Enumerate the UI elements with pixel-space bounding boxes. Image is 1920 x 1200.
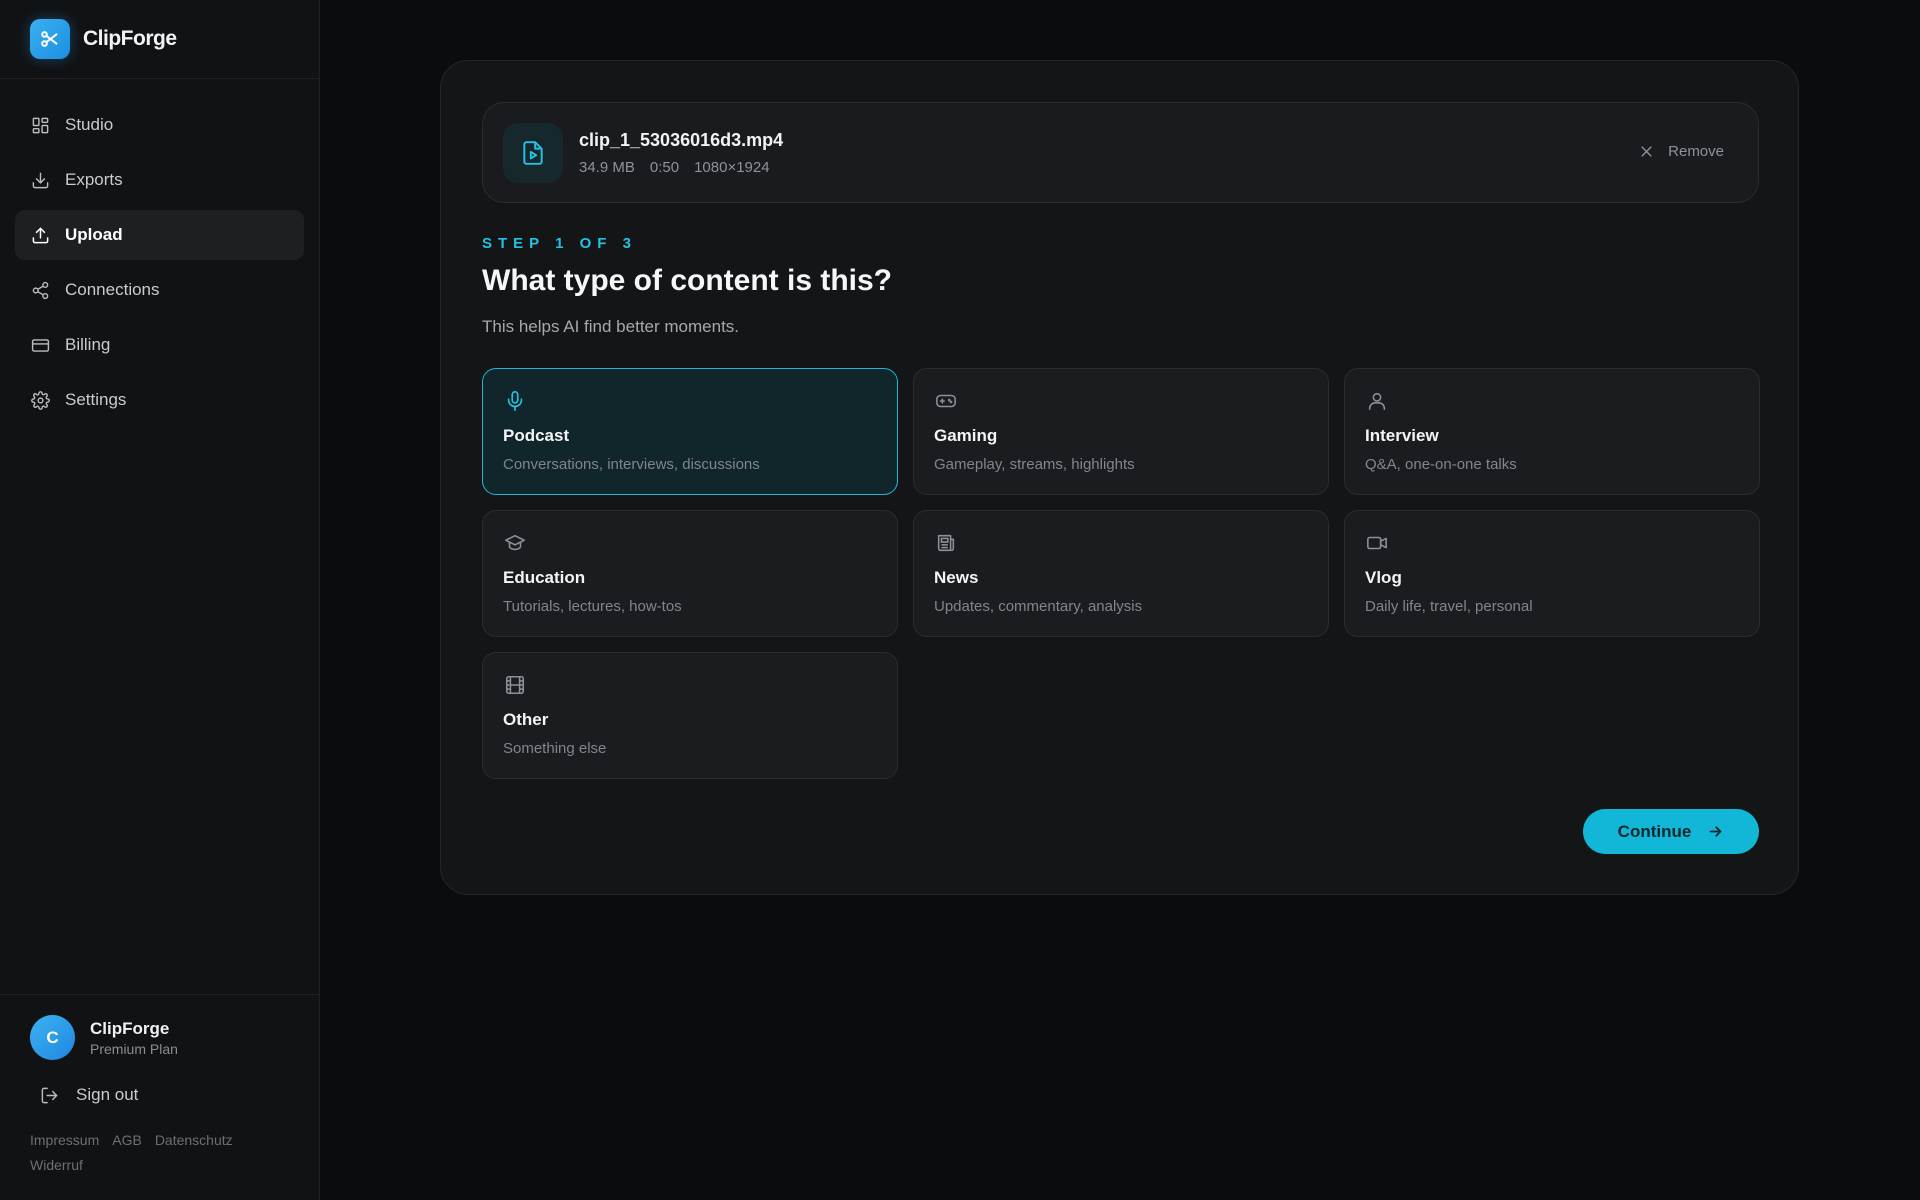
sidebar-footer: C ClipForge Premium Plan Sign out Impres… [0, 994, 319, 1200]
file-resolution: 1080×1924 [694, 159, 770, 176]
upload-icon [30, 225, 50, 245]
film-icon [503, 673, 527, 697]
brand-name: ClipForge [83, 27, 177, 50]
footer-links: Impressum AGB Datenschutz Widerruf [0, 1110, 319, 1178]
option-description: Tutorials, lectures, how-tos [503, 598, 682, 615]
continue-button[interactable]: Continue [1583, 809, 1759, 854]
graduation-cap-icon [503, 531, 527, 555]
selected-file: clip_1_53036016d3.mp4 34.9 MB 0:50 1080×19… [482, 102, 1759, 203]
option-title: Gaming [934, 426, 998, 445]
file-duration: 0:50 [649, 159, 680, 176]
option-description: Daily life, travel, personal [1365, 598, 1533, 615]
remove-file-button[interactable]: Remove [1639, 143, 1724, 160]
sidebar-item-label: Exports [65, 170, 123, 189]
footer-link-widerruf[interactable]: Widerruf [30, 1157, 83, 1173]
content-type-podcast[interactable]: Podcast Conversations, interviews, discu… [482, 368, 898, 495]
sidebar-item-label: Billing [65, 335, 111, 354]
footer-link-datenschutz[interactable]: Datenschutz [155, 1132, 233, 1148]
grid-icon [30, 115, 50, 135]
user-plan: Premium Plan [90, 1040, 178, 1057]
content-type-news[interactable]: News Updates, commentary, analysis [913, 510, 1329, 637]
file-name: clip_1_53036016d3.mp4 [579, 130, 784, 150]
sidebar-item-label: Studio [65, 115, 114, 134]
option-description: Q&A, one-on-one talks [1365, 456, 1517, 473]
step-indicator: STEP 1 OF 3 [482, 235, 637, 252]
remove-label: Remove [1668, 143, 1724, 160]
content-type-gaming[interactable]: Gaming Gameplay, streams, highlights [913, 368, 1329, 495]
brand[interactable]: ClipForge [0, 0, 319, 79]
newspaper-icon [934, 531, 958, 555]
sidebar-item-upload[interactable]: Upload [15, 210, 304, 260]
sidebar-item-label: Upload [65, 225, 123, 244]
credit-card-icon [30, 335, 50, 355]
share-icon [30, 280, 50, 300]
logout-icon [40, 1086, 59, 1105]
option-description: Something else [503, 740, 607, 757]
option-title: Other [503, 710, 549, 729]
close-icon [1639, 144, 1654, 159]
avatar: C [30, 1015, 75, 1060]
user-name: ClipForge [90, 1018, 170, 1038]
content-type-vlog[interactable]: Vlog Daily life, travel, personal [1344, 510, 1760, 637]
sidebar: ClipForge Studio Exports Upload Connecti… [0, 0, 320, 1200]
footer-link-impressum[interactable]: Impressum [30, 1132, 99, 1148]
user-profile[interactable]: C ClipForge Premium Plan [0, 995, 319, 1060]
sign-out-button[interactable]: Sign out [0, 1080, 319, 1110]
scissors-icon [30, 19, 70, 59]
video-camera-icon [1365, 531, 1389, 555]
content-type-education[interactable]: Education Tutorials, lectures, how-tos [482, 510, 898, 637]
sidebar-item-billing[interactable]: Billing [15, 320, 304, 370]
content-type-other[interactable]: Other Something else [482, 652, 898, 779]
option-title: Vlog [1365, 568, 1402, 587]
option-title: Education [503, 568, 586, 587]
sidebar-item-label: Settings [65, 390, 127, 409]
sidebar-nav: Studio Exports Upload Connections Billin… [0, 100, 319, 425]
option-title: Podcast [503, 426, 570, 445]
footer-link-agb[interactable]: AGB [112, 1132, 142, 1148]
sidebar-item-studio[interactable]: Studio [15, 100, 304, 150]
gamepad-icon [934, 389, 958, 413]
option-title: Interview [1365, 426, 1439, 445]
sign-out-label: Sign out [76, 1085, 139, 1104]
user-icon [1365, 389, 1389, 413]
continue-label: Continue [1617, 821, 1692, 841]
content-type-interview[interactable]: Interview Q&A, one-on-one talks [1344, 368, 1760, 495]
user-info: ClipForge Premium Plan [90, 1019, 178, 1057]
arrow-right-icon [1707, 823, 1724, 840]
sidebar-item-settings[interactable]: Settings [15, 375, 304, 425]
page-subtitle: This helps AI find better moments. [482, 317, 740, 336]
sidebar-item-label: Connections [65, 280, 160, 299]
option-title: News [934, 568, 979, 587]
file-size: 34.9 MB [579, 159, 635, 176]
page-title: What type of content is this? [482, 264, 892, 297]
sidebar-item-exports[interactable]: Exports [15, 155, 304, 205]
gear-icon [30, 390, 50, 410]
option-description: Gameplay, streams, highlights [934, 456, 1135, 473]
upload-wizard-card: clip_1_53036016d3.mp4 34.9 MB 0:50 1080×19… [440, 60, 1799, 895]
download-icon [30, 170, 50, 190]
option-description: Conversations, interviews, discussions [503, 456, 760, 473]
video-file-icon [503, 123, 563, 183]
microphone-icon [503, 389, 527, 413]
file-meta: 34.9 MB 0:50 1080×1924 [579, 159, 785, 176]
option-description: Updates, commentary, analysis [934, 598, 1143, 615]
sidebar-item-connections[interactable]: Connections [15, 265, 304, 315]
